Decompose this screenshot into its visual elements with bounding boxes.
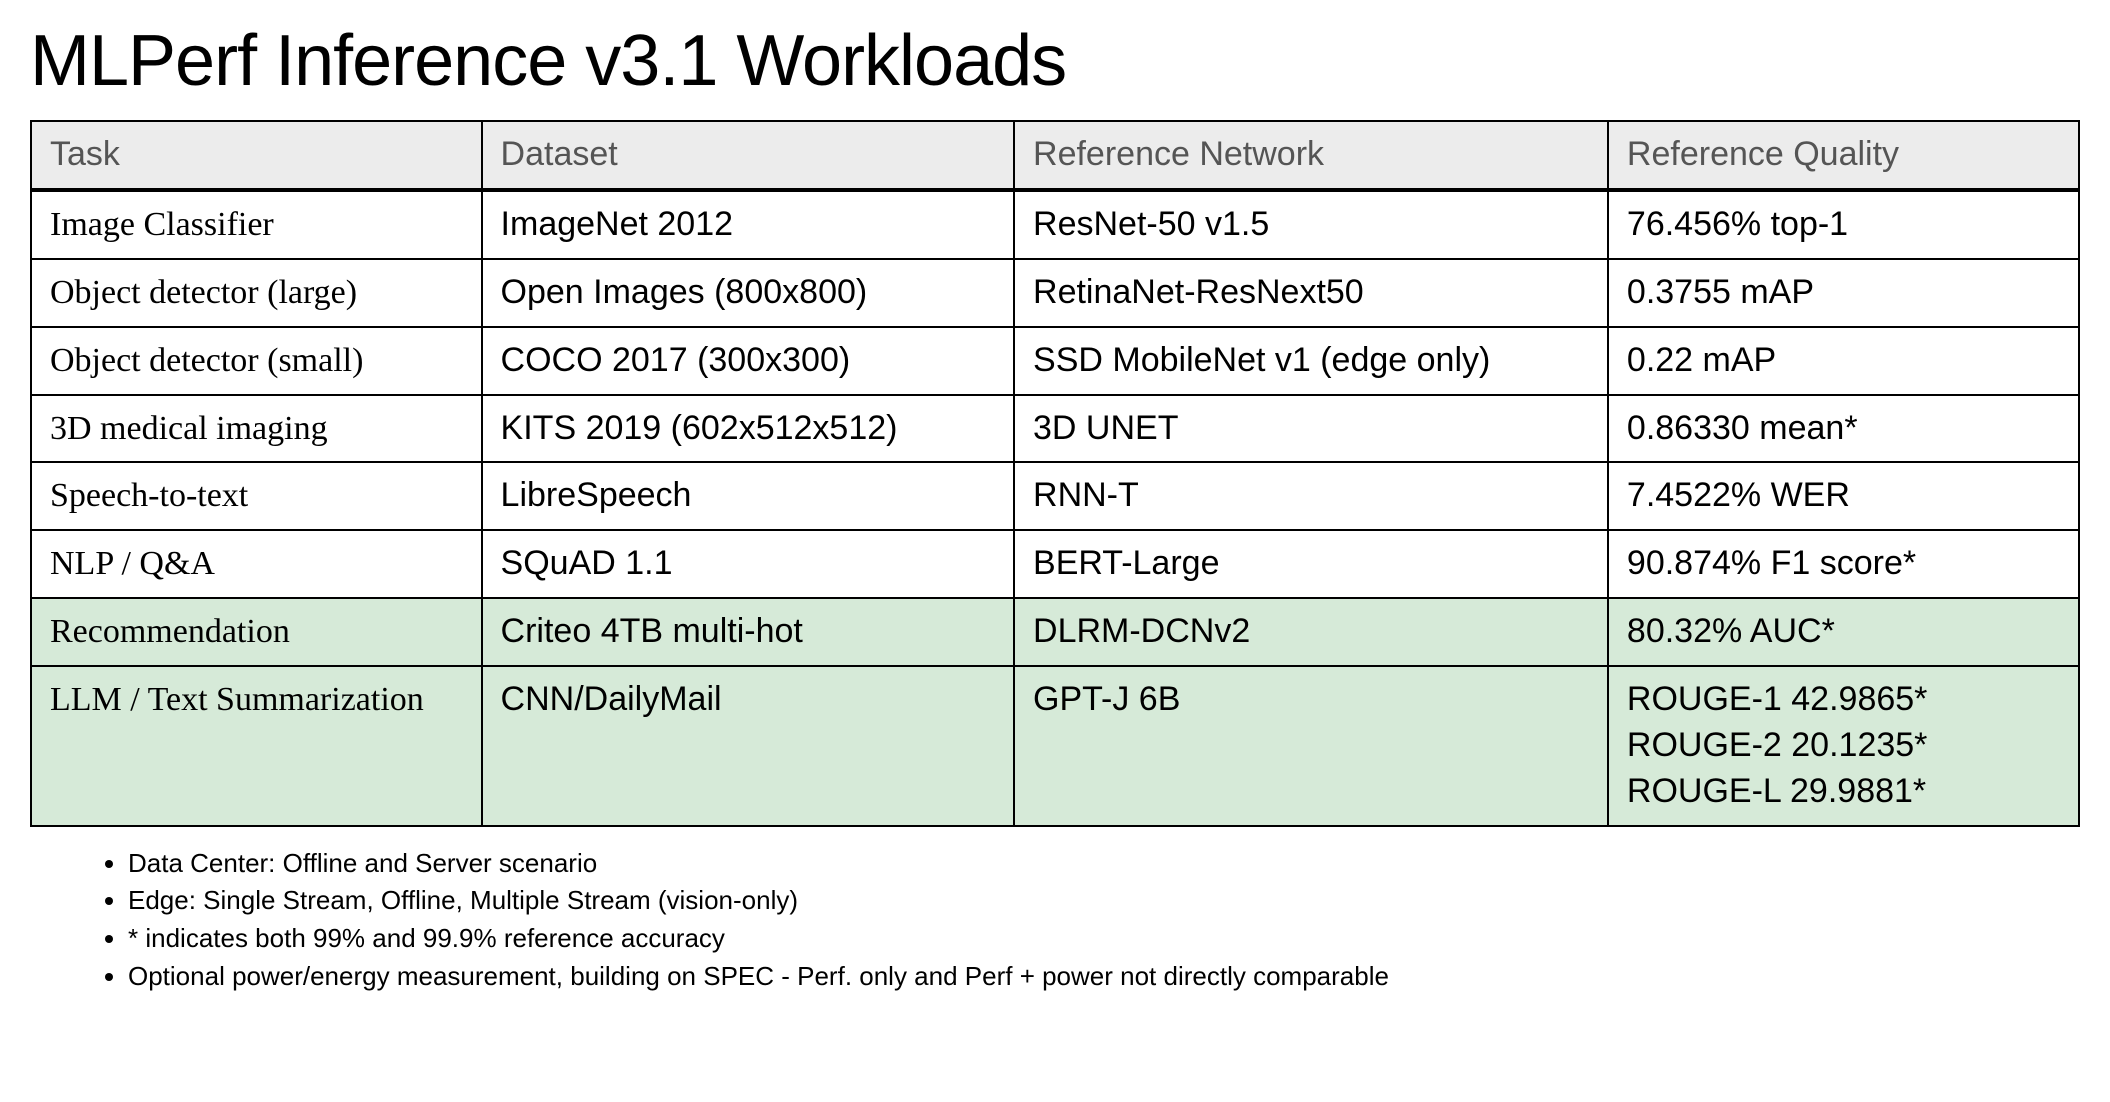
- cell-quality: 90.874% F1 score*: [1608, 530, 2079, 598]
- table-row: Image ClassifierImageNet 2012ResNet-50 v…: [31, 190, 2079, 259]
- cell-quality: 0.3755 mAP: [1608, 259, 2079, 327]
- cell-network: BERT-Large: [1014, 530, 1608, 598]
- cell-task: Object detector (small): [31, 327, 482, 395]
- table-row: Object detector (large)Open Images (800x…: [31, 259, 2079, 327]
- decorative-band: [0, 1076, 2110, 1102]
- quality-line: 7.4522% WER: [1627, 473, 2062, 519]
- quality-line: 0.86330 mean*: [1627, 406, 2062, 452]
- cell-dataset: CNN/DailyMail: [482, 666, 1014, 826]
- cell-network: GPT-J 6B: [1014, 666, 1608, 826]
- cell-task: LLM / Text Summarization: [31, 666, 482, 826]
- col-header-quality: Reference Quality: [1608, 121, 2079, 190]
- quality-line: ROUGE-2 20.1235*: [1627, 723, 2062, 769]
- cell-task: Speech-to-text: [31, 462, 482, 530]
- quality-line: ROUGE-L 29.9881*: [1627, 769, 2062, 815]
- table-row: 3D medical imagingKITS 2019 (602x512x512…: [31, 395, 2079, 463]
- cell-quality: ROUGE-1 42.9865*ROUGE-2 20.1235*ROUGE-L …: [1608, 666, 2079, 826]
- cell-network: DLRM-DCNv2: [1014, 598, 1608, 666]
- quality-line: 0.22 mAP: [1627, 338, 2062, 384]
- quality-line: 76.456% top-1: [1627, 202, 2062, 248]
- cell-dataset: ImageNet 2012: [482, 190, 1014, 259]
- quality-line: 0.3755 mAP: [1627, 270, 2062, 316]
- footnotes-list: Data Center: Offline and Server scenario…: [100, 845, 2080, 996]
- cell-task: 3D medical imaging: [31, 395, 482, 463]
- cell-dataset: SQuAD 1.1: [482, 530, 1014, 598]
- cell-quality: 0.86330 mean*: [1608, 395, 2079, 463]
- cell-dataset: Open Images (800x800): [482, 259, 1014, 327]
- cell-task: Recommendation: [31, 598, 482, 666]
- cell-dataset: Criteo 4TB multi-hot: [482, 598, 1014, 666]
- col-header-task: Task: [31, 121, 482, 190]
- workloads-table: Task Dataset Reference Network Reference…: [30, 120, 2080, 827]
- cell-network: RNN-T: [1014, 462, 1608, 530]
- quality-line: 90.874% F1 score*: [1627, 541, 2062, 587]
- table-row: Object detector (small)COCO 2017 (300x30…: [31, 327, 2079, 395]
- cell-task: Object detector (large): [31, 259, 482, 327]
- cell-quality: 7.4522% WER: [1608, 462, 2079, 530]
- table-row: NLP / Q&ASQuAD 1.1BERT-Large 90.874% F1 s…: [31, 530, 2079, 598]
- footnote-item: Data Center: Offline and Server scenario: [128, 845, 2080, 883]
- cell-dataset: LibreSpeech: [482, 462, 1014, 530]
- cell-dataset: COCO 2017 (300x300): [482, 327, 1014, 395]
- cell-quality: 0.22 mAP: [1608, 327, 2079, 395]
- table-row: Speech-to-textLibreSpeechRNN-T 7.4522% WE…: [31, 462, 2079, 530]
- cell-task: NLP / Q&A: [31, 530, 482, 598]
- table-header-row: Task Dataset Reference Network Reference…: [31, 121, 2079, 190]
- quality-line: 80.32% AUC*: [1627, 609, 2062, 655]
- cell-network: SSD MobileNet v1 (edge only): [1014, 327, 1608, 395]
- quality-line: ROUGE-1 42.9865*: [1627, 677, 2062, 723]
- col-header-network: Reference Network: [1014, 121, 1608, 190]
- cell-quality: 76.456% top-1: [1608, 190, 2079, 259]
- page-title: MLPerf Inference v3.1 Workloads: [30, 20, 2080, 102]
- cell-network: ResNet-50 v1.5: [1014, 190, 1608, 259]
- cell-quality: 80.32% AUC*: [1608, 598, 2079, 666]
- cell-network: 3D UNET: [1014, 395, 1608, 463]
- cell-dataset: KITS 2019 (602x512x512): [482, 395, 1014, 463]
- table-row: LLM / Text SummarizationCNN/DailyMailGPT…: [31, 666, 2079, 826]
- footnote-item: * indicates both 99% and 99.9% reference…: [128, 920, 2080, 958]
- table-row: RecommendationCriteo 4TB multi-hotDLRM-D…: [31, 598, 2079, 666]
- footnote-item: Optional power/energy measurement, build…: [128, 958, 2080, 996]
- col-header-dataset: Dataset: [482, 121, 1014, 190]
- footnote-item: Edge: Single Stream, Offline, Multiple S…: [128, 882, 2080, 920]
- cell-task: Image Classifier: [31, 190, 482, 259]
- cell-network: RetinaNet-ResNext50: [1014, 259, 1608, 327]
